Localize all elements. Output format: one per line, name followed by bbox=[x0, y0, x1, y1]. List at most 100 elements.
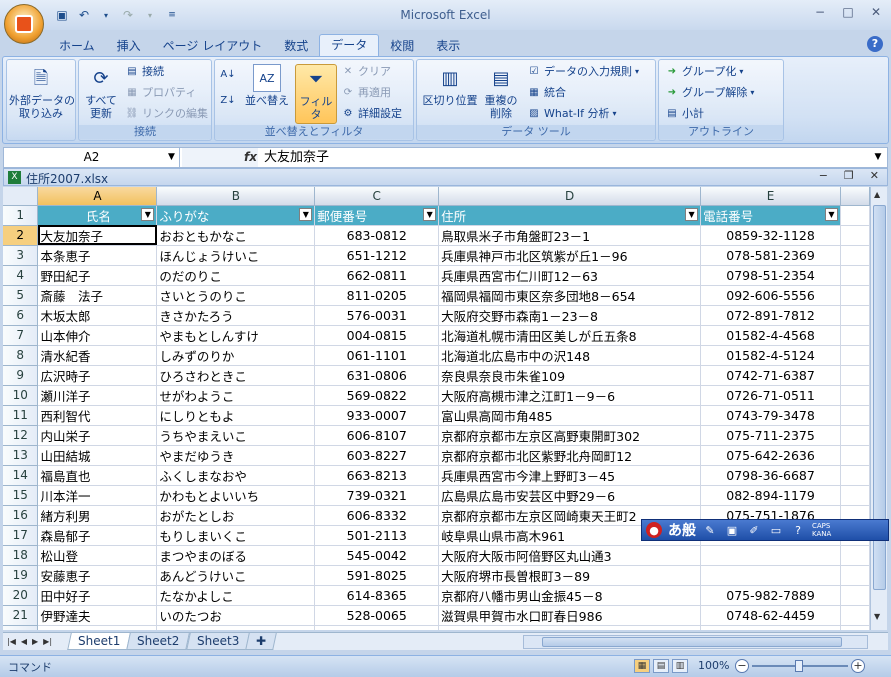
table-header-cell[interactable]: 氏名 ▼ bbox=[37, 205, 158, 226]
vertical-scrollbar[interactable]: ▲ ▼ bbox=[870, 187, 887, 630]
cell[interactable] bbox=[840, 225, 870, 246]
row-header[interactable]: 2 bbox=[3, 225, 39, 246]
cell[interactable] bbox=[840, 545, 870, 566]
cell[interactable]: 斎藤 法子 bbox=[37, 285, 158, 306]
cell[interactable]: 528-0065 bbox=[314, 605, 440, 626]
workbook-close-icon[interactable]: ✕ bbox=[870, 169, 879, 182]
cell[interactable]: 075-711-2375 bbox=[700, 425, 841, 446]
refresh-all-button[interactable]: ⟳ すべて 更新 bbox=[81, 64, 121, 120]
cell[interactable]: 739-0321 bbox=[314, 485, 440, 506]
filter-dropdown-icon[interactable]: ▼ bbox=[423, 207, 437, 221]
clear-filter-button[interactable]: ✕ クリア bbox=[341, 63, 391, 81]
connections-button[interactable]: ▤ 接続 bbox=[125, 63, 164, 81]
row-header[interactable]: 15 bbox=[3, 485, 39, 506]
cell[interactable]: 滋賀県甲賀市水口町春日986 bbox=[438, 605, 702, 626]
cell[interactable]: せがわようこ bbox=[156, 385, 316, 406]
cell[interactable]: 木坂太郎 bbox=[37, 305, 158, 326]
cell[interactable]: 兵庫県神戸市北区筑紫が丘1－96 bbox=[438, 245, 702, 266]
filter-dropdown-icon[interactable]: ▼ bbox=[299, 207, 313, 221]
cell[interactable]: おおともかなこ bbox=[156, 225, 316, 246]
cell[interactable]: まつやまのぼる bbox=[156, 545, 316, 566]
undo-icon[interactable]: ↶ bbox=[76, 7, 92, 23]
cell[interactable]: 安藤恵子 bbox=[37, 565, 158, 586]
advanced-filter-button[interactable]: ⚙ 詳細設定 bbox=[341, 105, 402, 123]
cell[interactable]: 兵庫県西宮市仁川町12－63 bbox=[438, 265, 702, 286]
get-external-data-button[interactable]: 🗎 外部データの 取り込み bbox=[9, 64, 75, 120]
maximize-icon[interactable]: □ bbox=[841, 5, 855, 19]
sort-button[interactable]: AZ 並べ替え bbox=[245, 64, 289, 107]
cell[interactable]: ひろさわときこ bbox=[156, 365, 316, 386]
close-icon[interactable]: ✕ bbox=[869, 5, 883, 19]
column-header-a[interactable]: A bbox=[37, 187, 158, 206]
tab-data[interactable]: データ bbox=[319, 34, 380, 56]
ime-tools-icon[interactable]: ✎ bbox=[702, 522, 718, 538]
next-sheet-icon[interactable]: ▶ bbox=[32, 634, 38, 650]
column-header-d[interactable]: D bbox=[438, 187, 702, 206]
row-header[interactable]: 9 bbox=[3, 365, 39, 386]
zoom-level[interactable]: 100% bbox=[698, 659, 729, 672]
workbook-restore-icon[interactable]: ❐ bbox=[844, 169, 854, 182]
cell[interactable]: 本条恵子 bbox=[37, 245, 158, 266]
cell[interactable]: 075-642-2636 bbox=[700, 445, 841, 466]
redo-dropdown-icon[interactable]: ▾ bbox=[142, 7, 158, 23]
cell[interactable]: 鳥取県米子市角盤町23－1 bbox=[438, 225, 702, 246]
cell[interactable]: 01582-4-5124 bbox=[700, 345, 841, 366]
cell[interactable]: 01582-4-4568 bbox=[700, 325, 841, 346]
customize-qat-icon[interactable]: ≡ bbox=[164, 7, 180, 23]
tab-formulas[interactable]: 数式 bbox=[273, 36, 319, 56]
cell[interactable] bbox=[840, 405, 870, 426]
help-icon[interactable]: ? bbox=[867, 36, 883, 52]
sort-descending-button[interactable]: Z↓ bbox=[220, 92, 235, 110]
cell[interactable]: 004-0815 bbox=[314, 325, 440, 346]
row-header[interactable]: 21 bbox=[3, 605, 39, 626]
filter-dropdown-icon[interactable]: ▼ bbox=[685, 207, 699, 221]
filter-button[interactable]: ⏷ フィルタ bbox=[295, 64, 337, 124]
cell[interactable]: 933-0007 bbox=[314, 405, 440, 426]
cell[interactable]: ふくしまなおや bbox=[156, 465, 316, 486]
redo-icon[interactable]: ↷ bbox=[120, 7, 136, 23]
cell[interactable] bbox=[840, 625, 870, 630]
sheet-tab-sheet2[interactable]: Sheet2 bbox=[126, 633, 191, 650]
cell[interactable]: 西利智代 bbox=[37, 405, 158, 426]
cell[interactable]: 北海道北広島市中の沢148 bbox=[438, 345, 702, 366]
row-header[interactable]: 14 bbox=[3, 465, 39, 486]
ungroup-button[interactable]: ➜ グループ解除 ▾ bbox=[665, 84, 755, 102]
cell[interactable]: 078-581-2369 bbox=[700, 245, 841, 266]
cell[interactable]: 614-8365 bbox=[314, 585, 440, 606]
column-header-f[interactable] bbox=[840, 187, 870, 206]
cell[interactable]: 0859-32-1128 bbox=[700, 225, 841, 246]
what-if-button[interactable]: ▨ What-If 分析 ▾ bbox=[527, 105, 616, 123]
cell[interactable]: 811-0205 bbox=[314, 285, 440, 306]
cell[interactable]: 0798-51-2354 bbox=[700, 265, 841, 286]
cell[interactable]: 大阪府大阪市阿倍野区丸山通3 bbox=[438, 545, 702, 566]
cell[interactable]: ほんじょうけいこ bbox=[156, 245, 316, 266]
cell[interactable] bbox=[840, 605, 870, 626]
cell[interactable]: 0743-79-3478 bbox=[700, 405, 841, 426]
cell[interactable]: おがたとしお bbox=[156, 505, 316, 526]
cell[interactable]: 0742-71-6387 bbox=[700, 365, 841, 386]
cell[interactable]: 075-982-7889 bbox=[700, 585, 841, 606]
undo-dropdown-icon[interactable]: ▾ bbox=[98, 7, 114, 23]
cell[interactable]: 松山登 bbox=[37, 545, 158, 566]
formula-input[interactable]: 大友加奈子 bbox=[264, 148, 329, 167]
row-header[interactable]: 4 bbox=[3, 265, 39, 286]
subtotal-button[interactable]: ▤ 小計 bbox=[665, 105, 704, 123]
cell[interactable]: 大阪府枚方市香里ヶ丘101－6 bbox=[438, 625, 702, 630]
cell[interactable]: 072-853-3325 bbox=[700, 625, 841, 630]
cell[interactable]: たなかよしこ bbox=[156, 585, 316, 606]
cell[interactable]: 富山県高岡市角485 bbox=[438, 405, 702, 426]
table-header-cell[interactable]: ふりがな ▼ bbox=[156, 205, 316, 226]
consolidate-button[interactable]: ▦ 統合 bbox=[527, 84, 566, 102]
cell[interactable]: 山本伸介 bbox=[37, 325, 158, 346]
cell[interactable]: にしりともよ bbox=[156, 405, 316, 426]
cell[interactable]: しみずのりか bbox=[156, 345, 316, 366]
cell[interactable] bbox=[840, 585, 870, 606]
cell[interactable]: 緒方利男 bbox=[37, 505, 158, 526]
cell[interactable]: 651-1212 bbox=[314, 245, 440, 266]
scroll-up-icon[interactable]: ▲ bbox=[874, 190, 880, 199]
remove-duplicates-button[interactable]: ▤ 重複の 削除 bbox=[481, 64, 521, 120]
sheet-tab-sheet3[interactable]: Sheet3 bbox=[185, 633, 250, 650]
ime-pad-icon[interactable]: ✐ bbox=[746, 522, 762, 538]
tab-home[interactable]: ホーム bbox=[48, 36, 106, 56]
cell[interactable]: 569-0822 bbox=[314, 385, 440, 406]
